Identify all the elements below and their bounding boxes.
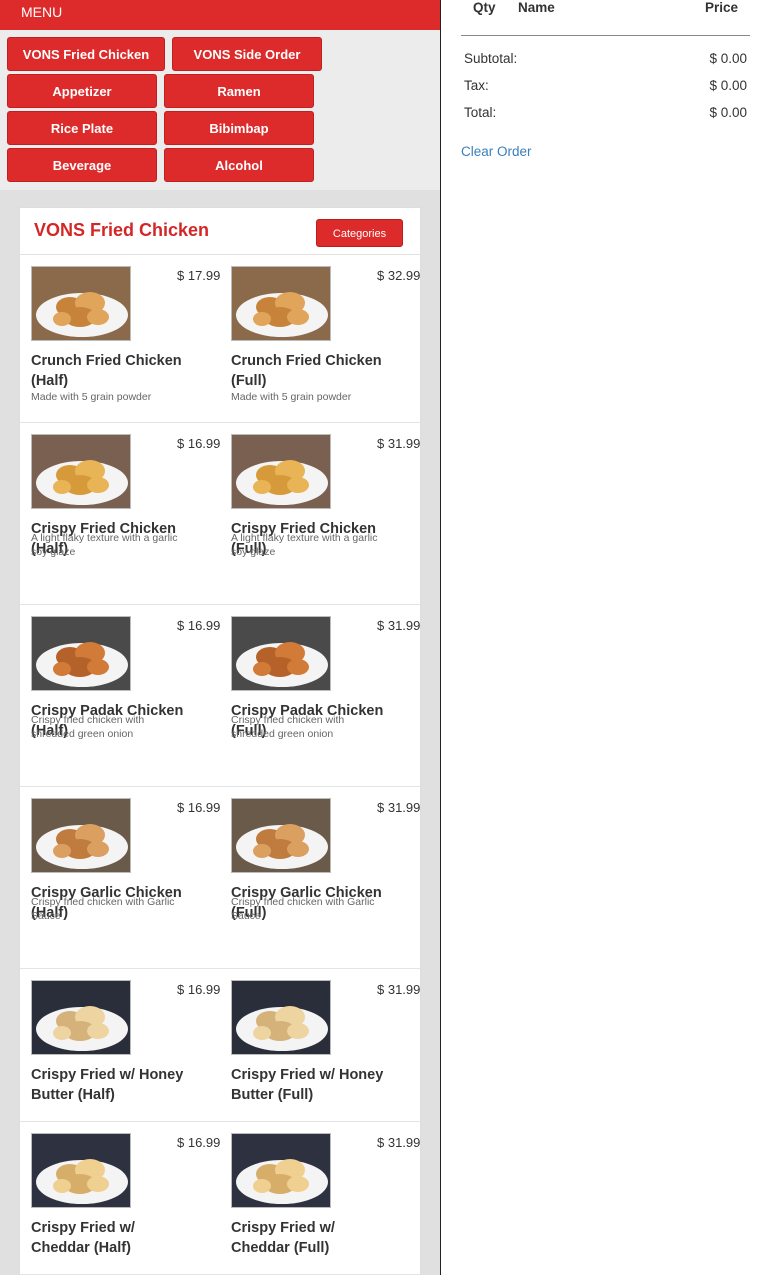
menu-item-description: Crispy fried chicken with Garlic Sauce <box>231 896 375 922</box>
menu-item-price: $ 16.99 <box>177 982 221 997</box>
menu-header: MENU <box>0 0 440 30</box>
menu-item-name: Crunch Fried Chicken (Half) <box>31 353 182 389</box>
menu-item[interactable]: $ 16.99 Crispy Padak Chicken (Half) Crispy… <box>20 605 220 786</box>
menu-item-photo <box>231 616 331 691</box>
tax-value: $ 0.00 <box>709 78 747 93</box>
menu-row: $ 16.99 Crispy Fried w/ Honey Butter (Hal… <box>20 969 420 1122</box>
menu-item[interactable]: $ 32.99 Crunch Fried Chicken (Full) Made w… <box>220 255 420 422</box>
category-button-bibimbap[interactable]: Bibimbap <box>164 111 314 145</box>
category-button-ramen[interactable]: Ramen <box>164 74 314 108</box>
section-title: VONS Fried Chicken <box>34 220 210 240</box>
menu-section-card: VONS Fried Chicken Categories $ 17.99 Cru… <box>19 207 421 1275</box>
total-label: Total: <box>464 105 497 120</box>
price-column-header: Price <box>704 0 738 15</box>
section-header: VONS Fried Chicken Categories <box>20 208 420 255</box>
menu-item[interactable]: $ 16.99 Crispy Garlic Chicken (Half) Crisp… <box>20 787 220 968</box>
menu-item[interactable]: $ 16.99 Crispy Fried w/ Honey Butter (Hal… <box>20 969 220 1121</box>
tax-row: Tax: $ 0.00 <box>464 78 747 93</box>
menu-row: $ 16.99 Crispy Fried w/ Cheddar (Half) $ 3… <box>20 1122 420 1275</box>
subtotal-label: Subtotal: <box>464 51 518 66</box>
menu-item-price: $ 31.99 <box>377 436 421 451</box>
menu-item-photo <box>31 980 131 1055</box>
menu-item[interactable]: $ 31.99 Crispy Fried w/ Honey Butter (Ful… <box>220 969 420 1121</box>
menu-item-description: Crispy fried chicken with shredded green… <box>31 714 145 740</box>
menu-item[interactable]: $ 16.99 Crispy Fried Chicken (Half) A ligh… <box>20 423 220 604</box>
category-button-beverage[interactable]: Beverage <box>7 148 157 182</box>
menu-row: $ 16.99 Crispy Padak Chicken (Half) Crispy… <box>20 605 420 787</box>
menu-item-photo <box>31 434 131 509</box>
subtotal-row: Subtotal: $ 0.00 <box>464 51 747 66</box>
menu-item-photo <box>31 1133 131 1208</box>
menu-item-name: Crispy Fried w/ Cheddar (Half) <box>31 1220 135 1256</box>
order-pane: Qty Name Price Subtotal: $ 0.00 Tax: $ 0… <box>441 0 770 1275</box>
category-panel: VONS Fried Chicken VONS Side Order Appet… <box>0 30 440 190</box>
menu-row: $ 16.99 Crispy Garlic Chicken (Half) Crisp… <box>20 787 420 969</box>
subtotal-value: $ 0.00 <box>709 51 747 66</box>
menu-item-name: Crunch Fried Chicken (Full) <box>231 353 382 389</box>
category-button-appetizer[interactable]: Appetizer <box>7 74 157 108</box>
menu-item-photo <box>31 616 131 691</box>
menu-item[interactable]: $ 31.99 Crispy Padak Chicken (Full) Crispy… <box>220 605 420 786</box>
menu-item-price: $ 31.99 <box>377 1135 421 1150</box>
menu-pane: MENU VONS Fried Chicken VONS Side Order … <box>0 0 440 1275</box>
menu-item[interactable]: $ 31.99 Crispy Fried Chicken (Full) A ligh… <box>220 423 420 604</box>
total-value: $ 0.00 <box>709 105 747 120</box>
categories-button[interactable]: Categories <box>316 219 403 247</box>
clear-order-link[interactable]: Clear Order <box>461 144 532 159</box>
menu-item-price: $ 16.99 <box>177 800 221 815</box>
menu-item-price: $ 16.99 <box>177 618 221 633</box>
tax-label: Tax: <box>464 78 489 93</box>
menu-item-name: Crispy Fried w/ Cheddar (Full) <box>231 1220 335 1256</box>
menu-item-name: Crispy Fried w/ Honey Butter (Full) <box>231 1067 384 1103</box>
category-button-vons-side-order[interactable]: VONS Side Order <box>172 37 322 71</box>
total-row: Total: $ 0.00 <box>464 105 747 120</box>
menu-item-description: A light flaky texture with a garlic soy … <box>231 532 378 558</box>
menu-item-photo <box>231 980 331 1055</box>
menu-item-photo <box>231 434 331 509</box>
menu-item-photo <box>231 266 331 341</box>
order-table-header: Qty Name Price <box>461 0 750 36</box>
menu-item-description: Crispy fried chicken with shredded green… <box>231 714 345 740</box>
menu-item-photo <box>231 1133 331 1208</box>
menu-item-price: $ 31.99 <box>377 982 421 997</box>
category-button-alcohol[interactable]: Alcohol <box>164 148 314 182</box>
qty-column-header: Qty <box>473 0 496 15</box>
category-button-vons-fried-chicken[interactable]: VONS Fried Chicken <box>7 37 165 71</box>
menu-item-description: Made with 5 grain powder <box>231 391 352 403</box>
menu-item-photo <box>31 266 131 341</box>
menu-item-price: $ 31.99 <box>377 618 421 633</box>
menu-item-price: $ 16.99 <box>177 436 221 451</box>
menu-item-description: Crispy fried chicken with Garlic Sauce <box>31 896 175 922</box>
menu-item-price: $ 32.99 <box>377 268 421 283</box>
menu-item-description: Made with 5 grain powder <box>31 391 152 403</box>
menu-row: $ 17.99 Crunch Fried Chicken (Half) Made w… <box>20 255 420 423</box>
menu-item[interactable]: $ 31.99 Crispy Fried w/ Cheddar (Full) <box>220 1122 420 1274</box>
name-column-header: Name <box>518 0 555 15</box>
menu-item-price: $ 31.99 <box>377 800 421 815</box>
menu-item-description: A light flaky texture with a garlic soy … <box>31 532 178 558</box>
category-button-rice-plate[interactable]: Rice Plate <box>7 111 157 145</box>
menu-item[interactable]: $ 16.99 Crispy Fried w/ Cheddar (Half) <box>20 1122 220 1274</box>
menu-item-name: Crispy Fried w/ Honey Butter (Half) <box>31 1067 184 1103</box>
menu-item-photo <box>31 798 131 873</box>
menu-item-photo <box>231 798 331 873</box>
menu-item[interactable]: $ 31.99 Crispy Garlic Chicken (Full) Crisp… <box>220 787 420 968</box>
menu-item-price: $ 16.99 <box>177 1135 221 1150</box>
menu-item[interactable]: $ 17.99 Crunch Fried Chicken (Half) Made w… <box>20 255 220 422</box>
menu-row: $ 16.99 Crispy Fried Chicken (Half) A ligh… <box>20 423 420 605</box>
menu-item-price: $ 17.99 <box>177 268 221 283</box>
